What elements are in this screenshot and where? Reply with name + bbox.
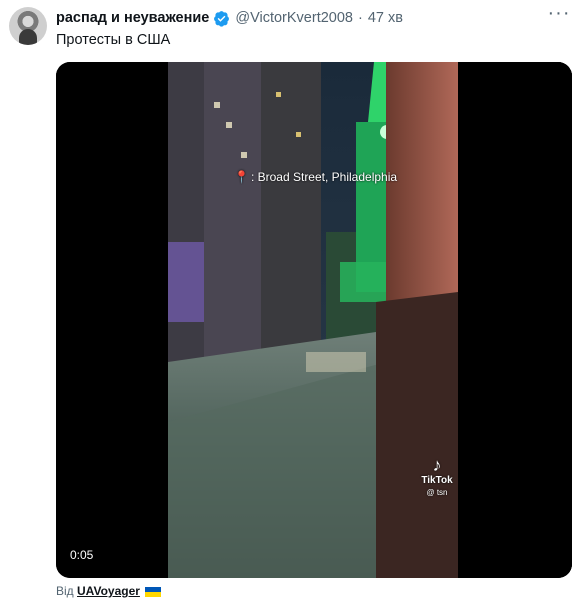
tiktok-watermark: ♪ TikTok @ tsn xyxy=(416,455,458,497)
attribution-prefix: Від xyxy=(56,584,74,598)
author-handle[interactable]: @VictorKvert2008 xyxy=(235,10,353,26)
verified-badge-icon xyxy=(214,10,230,27)
location-caption: 📍 : Broad Street, Philadelphia xyxy=(234,170,397,184)
author-name[interactable]: распад и неуважение xyxy=(56,10,209,26)
attribution: Від UAVoyager xyxy=(56,584,162,598)
tiktok-brand: TikTok xyxy=(421,475,453,486)
ukraine-flag-icon xyxy=(145,586,162,597)
tiktok-user: @ tsn xyxy=(426,488,448,497)
video-player[interactable]: 📍 : Broad Street, Philadelphia ♪ TikTok … xyxy=(56,62,572,578)
attribution-user[interactable]: UAVoyager xyxy=(77,584,140,598)
video-frame xyxy=(56,62,572,578)
avatar[interactable] xyxy=(9,7,47,45)
tiktok-logo-icon: ♪ xyxy=(432,455,442,475)
more-icon[interactable]: ··· xyxy=(547,3,571,28)
tweet: распад и неуважение @VictorKvert2008 · 4… xyxy=(0,0,583,598)
tweet-time[interactable]: 47 хв xyxy=(368,10,403,26)
video-duration: 0:05 xyxy=(70,548,94,562)
tweet-text: Протесты в США xyxy=(56,32,171,48)
location-text: : Broad Street, Philadelphia xyxy=(250,170,398,184)
separator-dot: · xyxy=(357,10,363,26)
tweet-header: распад и неуважение @VictorKvert2008 · 4… xyxy=(56,8,403,28)
location-pin-icon: 📍 xyxy=(234,170,249,184)
